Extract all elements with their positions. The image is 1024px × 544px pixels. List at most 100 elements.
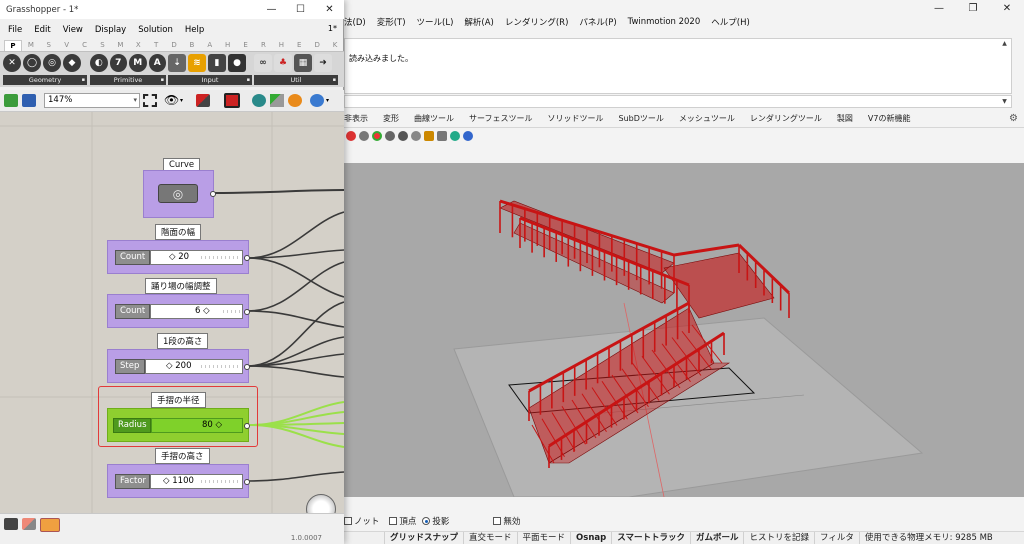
menu-item[interactable]: 変形(T) (377, 16, 406, 28)
slider-handle-icon[interactable]: ◇ (216, 420, 223, 430)
gear-icon[interactable]: ⚙ (1009, 113, 1018, 124)
step-slider[interactable]: ◇ 200 (145, 359, 243, 374)
category-tab[interactable]: E (290, 40, 308, 51)
open-file-icon[interactable] (4, 94, 18, 107)
save-file-icon[interactable] (22, 94, 36, 107)
output-grip[interactable] (244, 423, 250, 429)
preview-eye-icon[interactable]: 👁 (164, 94, 179, 107)
tab-surface-tools[interactable]: サーフェスツール (469, 111, 533, 126)
category-tab[interactable]: D (165, 40, 183, 51)
tool-icon[interactable] (424, 131, 434, 141)
zoom-extents-icon[interactable] (143, 94, 157, 107)
menu-help[interactable]: Help (185, 25, 204, 35)
tool-icon[interactable] (437, 131, 447, 141)
status-filter[interactable]: フィルタ (814, 531, 859, 544)
menu-item[interactable]: 法(D) (344, 16, 366, 28)
tab-transform[interactable]: 変形 (383, 111, 399, 126)
globe-icon[interactable] (310, 94, 324, 107)
tab-v7-features[interactable]: V7の新機能 (868, 111, 911, 126)
category-tab[interactable]: H (219, 40, 237, 51)
toggle-icon[interactable]: ▮ (208, 54, 226, 72)
factor-slider[interactable]: ◇ 1100 (150, 474, 243, 489)
osnap-vertex[interactable]: 頂点 (389, 515, 416, 527)
output-grip[interactable] (244, 479, 250, 485)
close-button[interactable]: ✕ (315, 0, 344, 19)
scroll-up-icon[interactable]: ▲ (999, 40, 1010, 48)
tool-icon[interactable] (450, 131, 460, 141)
boolean-param-icon[interactable]: ◐ (90, 54, 108, 72)
category-tab[interactable]: V (58, 40, 76, 51)
count-slider[interactable]: 6 ◇ (150, 304, 243, 319)
glasses-icon[interactable]: ∞ (254, 54, 272, 72)
menu-item[interactable]: パネル(P) (579, 16, 616, 28)
output-grip[interactable] (244, 309, 250, 315)
chevron-down-icon[interactable]: ▾ (326, 97, 329, 104)
status-gumball[interactable]: ガムボール (689, 531, 744, 544)
slider-handle-icon[interactable]: ◇ (163, 476, 170, 486)
menu-item[interactable]: レンダリング(R) (505, 16, 569, 28)
slider-handle-icon[interactable]: ◇ (169, 252, 176, 262)
category-tab[interactable]: B (183, 40, 201, 51)
status-grid-snap[interactable]: グリッドスナップ (384, 531, 463, 544)
menu-item[interactable]: Twinmotion 2020 (628, 17, 701, 27)
tool-icon[interactable] (372, 131, 382, 141)
count-slider[interactable]: ◇ 20 (150, 250, 243, 265)
add-icon[interactable] (40, 518, 60, 532)
category-tab[interactable]: M (22, 40, 40, 51)
curve-component[interactable]: ◎ (158, 184, 198, 203)
category-tab[interactable]: C (76, 40, 94, 51)
category-tab[interactable]: H (272, 40, 290, 51)
tool-icon[interactable] (385, 131, 395, 141)
gh-titlebar[interactable]: Grasshopper - 1* — ☐ ✕ (0, 0, 344, 19)
surface-param-icon[interactable]: ◆ (63, 54, 81, 72)
point-param-icon[interactable]: ✕ (3, 54, 21, 72)
status-osnap[interactable]: Osnap (570, 531, 611, 544)
category-tab[interactable]: D (308, 40, 326, 51)
menu-item[interactable]: ヘルプ(H) (711, 16, 750, 28)
tab-subd-tools[interactable]: SubDツール (619, 111, 664, 126)
menu-item[interactable]: ツール(L) (417, 16, 454, 28)
gh-canvas[interactable]: Curve ◎ 階面の幅 Count ◇ 20 踊り場の幅調整 Count 6 … (0, 112, 344, 513)
perspective-viewport[interactable] (344, 163, 1024, 497)
minimize-button[interactable]: — (257, 0, 286, 19)
material-icon[interactable] (288, 94, 302, 107)
copy-icon[interactable] (22, 518, 36, 530)
sketch-icon[interactable] (196, 94, 210, 107)
tool-icon[interactable] (463, 131, 473, 141)
tool-icon[interactable] (411, 131, 421, 141)
curve-param-group[interactable]: ◎ (143, 170, 216, 218)
status-record-history[interactable]: ヒストリを記録 (743, 531, 814, 544)
tab-solid-tools[interactable]: ソリッドツール (548, 111, 604, 126)
tool-icon[interactable] (398, 131, 408, 141)
circle-param-icon[interactable]: ◯ (23, 54, 41, 72)
menu-edit[interactable]: Edit (34, 25, 50, 35)
chevron-down-icon[interactable]: ▾ (180, 97, 183, 104)
number-param-icon[interactable]: M (129, 54, 147, 72)
curve-param-icon[interactable]: ◎ (43, 54, 61, 72)
maximize-button[interactable]: ☐ (286, 0, 315, 19)
output-grip[interactable] (210, 191, 216, 197)
category-tab[interactable]: S (40, 40, 58, 51)
category-tab[interactable]: R (255, 40, 273, 51)
category-tab[interactable]: A (201, 40, 219, 51)
tab-mesh-tools[interactable]: メッシュツール (679, 111, 735, 126)
button-icon[interactable]: ● (228, 54, 246, 72)
menu-solution[interactable]: Solution (138, 25, 173, 35)
import-icon[interactable] (4, 518, 18, 530)
preview-mode-icon[interactable] (224, 93, 240, 108)
arrow-right-icon[interactable]: ➜ (314, 54, 332, 72)
shaded-preview-icon[interactable] (252, 94, 266, 107)
category-tab[interactable]: T (147, 40, 165, 51)
scroll-down-icon[interactable]: ▼ (999, 98, 1010, 106)
output-grip[interactable] (244, 364, 250, 370)
tab-hide[interactable]: 非表示 (344, 111, 368, 126)
slider-handle-icon[interactable]: ◇ (166, 361, 173, 371)
integer-param-icon[interactable]: 7 (109, 54, 127, 72)
status-planar[interactable]: 平面モード (516, 531, 571, 544)
menu-file[interactable]: File (8, 25, 22, 35)
menu-item[interactable]: 解析(A) (464, 16, 493, 28)
wire-preview-icon[interactable] (270, 94, 284, 107)
osnap-project[interactable]: 投影 (422, 515, 449, 527)
tool-icon[interactable] (359, 131, 369, 141)
menu-view[interactable]: View (63, 25, 83, 35)
